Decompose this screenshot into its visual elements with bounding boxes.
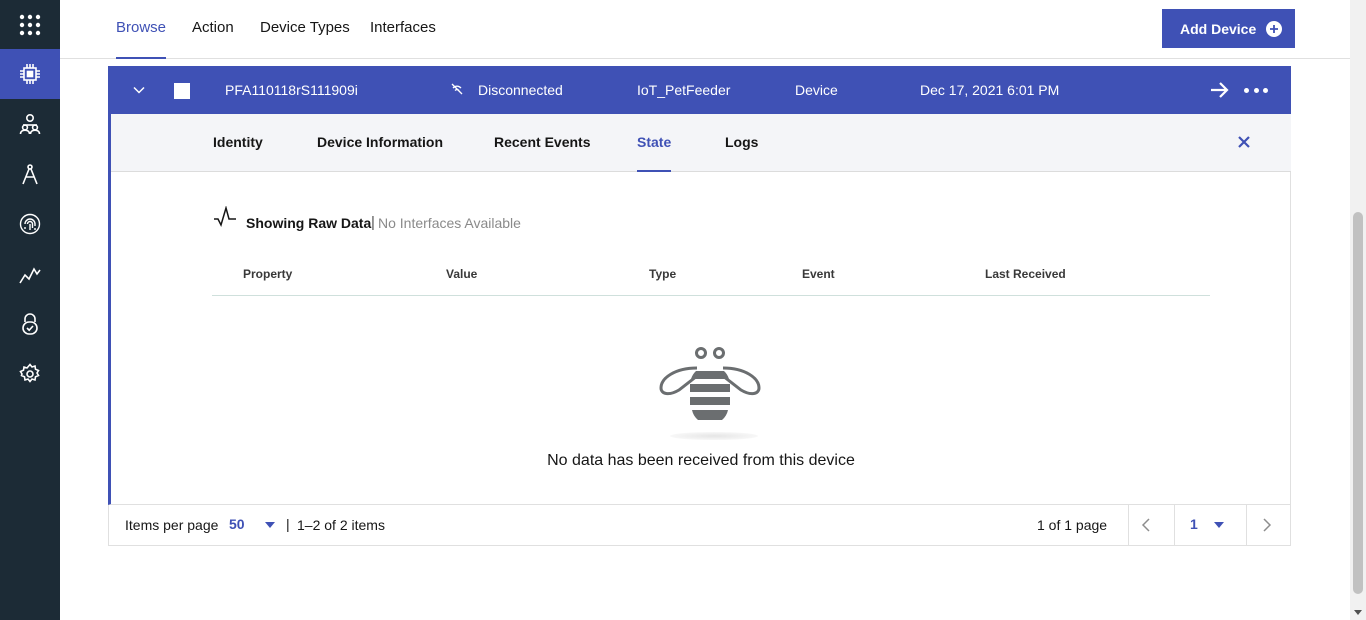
tab-browse[interactable]: Browse: [116, 0, 167, 59]
tab-recent-events[interactable]: Recent Events: [494, 114, 590, 172]
left-sidebar: [0, 0, 60, 620]
detail-tabs: Identity Device Information Recent Event…: [111, 114, 1291, 172]
arrow-right-icon[interactable]: [1210, 81, 1230, 99]
chevron-right-icon[interactable]: [1260, 517, 1274, 533]
page-select[interactable]: 1: [1190, 516, 1198, 532]
tab-device-information[interactable]: Device Information: [317, 114, 443, 172]
device-id: PFA110118rS111909i: [225, 82, 358, 98]
chevron-left-icon[interactable]: [1139, 517, 1153, 533]
caret-down-icon[interactable]: [265, 522, 275, 528]
vertical-scrollbar[interactable]: [1350, 0, 1366, 620]
device-type: IoT_PetFeeder: [637, 82, 731, 98]
scrollbar-thumb[interactable]: [1353, 212, 1363, 594]
activity-icon: [214, 206, 236, 228]
chip-icon: [20, 64, 40, 84]
items-per-page-label: Items per page: [125, 517, 219, 533]
column-property[interactable]: Property: [243, 267, 292, 281]
chevron-down-icon[interactable]: [131, 82, 147, 98]
apps-menu-button[interactable]: [0, 0, 60, 50]
raw-data-title: Showing Raw Data: [246, 215, 372, 231]
sidebar-item-members[interactable]: [0, 99, 60, 149]
device-class: Device: [795, 82, 838, 98]
top-navigation: Browse Action Device Types Interfaces Ad…: [60, 0, 1350, 59]
settings-gear-icon: [19, 363, 40, 383]
state-table-header: Property Value Type Event Last Received: [212, 265, 1210, 296]
fingerprint-icon: [19, 213, 41, 235]
overflow-dot: [1253, 87, 1259, 93]
scroll-down-arrow-icon[interactable]: [1354, 610, 1362, 615]
tab-interfaces[interactable]: Interfaces: [370, 0, 436, 59]
items-per-page-select[interactable]: 50: [229, 516, 245, 532]
column-type[interactable]: Type: [649, 267, 676, 281]
item-range: 1–2 of 2 items: [297, 517, 385, 533]
date-added: Dec 17, 2021 6:01 PM: [920, 82, 1060, 98]
disconnected-icon: [451, 83, 463, 95]
sidebar-item-devices[interactable]: [0, 49, 60, 99]
add-circle-icon: [1266, 20, 1283, 37]
empty-state-message: No data has been received from this devi…: [547, 452, 855, 469]
apps-grid-icon: [19, 14, 41, 36]
tab-device-types[interactable]: Device Types: [260, 0, 350, 59]
sidebar-item-settings[interactable]: [0, 349, 60, 399]
tab-action[interactable]: Action: [192, 0, 234, 59]
column-value[interactable]: Value: [446, 267, 477, 281]
sidebar-item-usage[interactable]: [0, 249, 60, 299]
compass-icon: [22, 164, 38, 185]
close-icon[interactable]: [1236, 134, 1252, 150]
tab-state[interactable]: State: [637, 114, 672, 172]
pagination-separator: |: [286, 516, 290, 532]
tab-identity[interactable]: Identity: [213, 114, 263, 172]
overflow-dot: [1263, 87, 1268, 93]
add-device-label: Add Device: [1180, 20, 1257, 37]
page-info: 1 of 1 page: [1037, 517, 1108, 533]
connection-status: Disconnected: [478, 82, 563, 98]
device-row[interactable]: PFA110118rS111909i Disconnected IoT_PetF…: [108, 66, 1291, 114]
sidebar-item-identity[interactable]: [0, 199, 60, 249]
device-detail-panel: Identity Device Information Recent Event…: [108, 114, 1291, 505]
sidebar-item-security[interactable]: [0, 299, 60, 349]
bee-shadow: [670, 432, 758, 440]
column-event[interactable]: Event: [802, 267, 835, 281]
caret-down-icon[interactable]: [1214, 522, 1224, 528]
title-separator: |: [371, 214, 375, 231]
add-device-button[interactable]: Add Device: [1162, 9, 1295, 48]
members-icon: [19, 113, 41, 135]
interfaces-status: No Interfaces Available: [378, 215, 521, 231]
sidebar-item-rules[interactable]: [0, 149, 60, 199]
overflow-dot: [1244, 87, 1249, 93]
column-last-received[interactable]: Last Received: [985, 267, 1066, 281]
pager-divider: [1128, 505, 1129, 546]
pager-divider: [1246, 505, 1247, 546]
row-checkbox[interactable]: [174, 83, 190, 99]
pagination-bar: Items per page 50 | 1–2 of 2 items 1 of …: [108, 505, 1291, 546]
security-lock-icon: [22, 313, 38, 335]
empty-state-bee-icon: [659, 347, 761, 420]
overflow-menu-button[interactable]: [1242, 80, 1270, 100]
analytics-icon: [19, 267, 41, 284]
tab-logs[interactable]: Logs: [725, 114, 758, 172]
pager-divider: [1174, 505, 1175, 546]
